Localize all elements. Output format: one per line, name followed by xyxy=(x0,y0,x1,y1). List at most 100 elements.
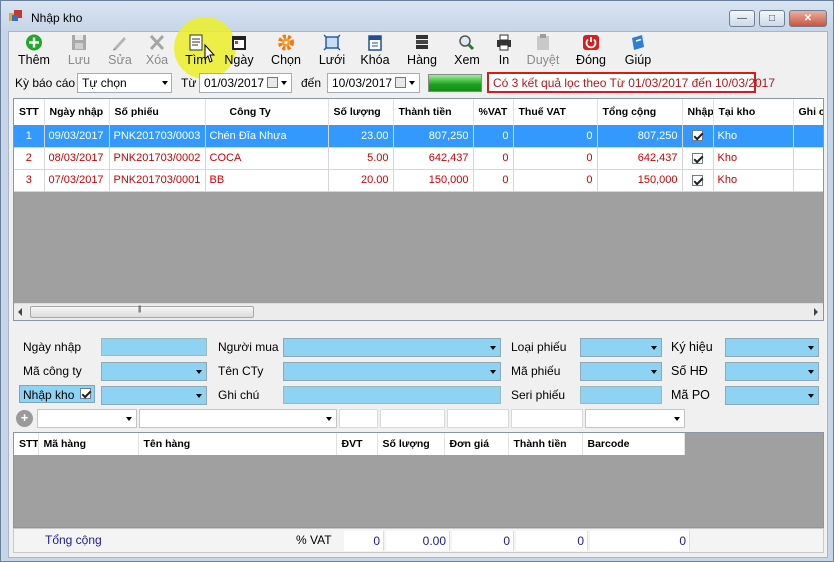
company-name-select[interactable] xyxy=(283,362,501,381)
line-item-code-select[interactable] xyxy=(37,409,137,428)
column-header[interactable]: STT xyxy=(14,433,39,455)
voucher-serial-field[interactable] xyxy=(580,386,662,404)
column-header[interactable]: Nhập xyxy=(682,99,714,125)
save-button[interactable]: Lưu xyxy=(64,34,94,68)
quantity-total: 0.00 xyxy=(386,531,450,551)
calendar-icon xyxy=(395,77,406,88)
po-code-select[interactable] xyxy=(725,386,819,405)
detail-grid[interactable]: STT Mã hàng Tên hàng ĐVT Số lượng Đơn gi… xyxy=(13,432,824,528)
column-header[interactable]: Ghi c xyxy=(793,99,823,125)
column-header[interactable]: Đơn giá xyxy=(444,433,509,455)
chevron-down-icon xyxy=(162,81,168,85)
help-button[interactable]: Giúp xyxy=(622,34,654,68)
preview-icon xyxy=(459,35,475,51)
voucher-type-select[interactable] xyxy=(580,338,662,357)
scroll-grip: ||| xyxy=(138,306,142,313)
column-header[interactable]: Thuế VAT xyxy=(513,99,598,125)
table-row[interactable]: 3 07/03/2017 PNK201703/0001 BB 20.00 150… xyxy=(14,169,823,192)
chevron-down-icon xyxy=(281,81,287,85)
warehouse-import-label: Nhập kho xyxy=(23,388,75,402)
warehouse-import-toggle[interactable]: Nhập kho xyxy=(19,385,95,403)
column-header[interactable]: Thành tiền xyxy=(393,99,474,125)
column-header[interactable]: %VAT xyxy=(473,99,514,125)
column-header[interactable]: Số lượng xyxy=(377,433,445,455)
company-code-select[interactable] xyxy=(101,362,207,381)
line-unit-field[interactable] xyxy=(339,409,378,428)
to-date-picker[interactable]: 10/03/2017 xyxy=(327,73,420,93)
close-form-button[interactable]: Đóng xyxy=(574,34,608,68)
add-button[interactable]: Thêm xyxy=(17,34,51,68)
app-icon xyxy=(9,10,22,21)
minimize-button[interactable]: — xyxy=(729,10,755,27)
scroll-right-icon[interactable] xyxy=(814,308,818,316)
scrollbar-thumb[interactable] xyxy=(30,306,254,318)
to-label: đến xyxy=(301,76,322,90)
column-header[interactable]: Tổng cộng xyxy=(597,99,683,125)
window-title: Nhập kho xyxy=(31,11,83,25)
lock-button[interactable]: Khóa xyxy=(359,34,391,68)
horizontal-scrollbar[interactable]: ||| xyxy=(14,303,823,320)
chevron-down-icon xyxy=(196,370,202,374)
table-row[interactable]: 2 08/03/2017 PNK201703/0002 COCA 5.00 64… xyxy=(14,147,823,170)
report-period-label: Kỳ báo cáo xyxy=(15,76,76,90)
receipt-date-field[interactable] xyxy=(101,338,207,356)
items-button[interactable]: Hàng xyxy=(405,34,439,68)
column-header[interactable]: Thành tiền xyxy=(508,433,583,455)
grid-button[interactable]: Lưới xyxy=(316,34,348,68)
imported-checkbox[interactable] xyxy=(692,174,703,186)
line-item-name-select[interactable] xyxy=(139,409,337,428)
grand-total: 0 xyxy=(590,531,690,551)
imported-checkbox[interactable] xyxy=(692,152,703,164)
note-field[interactable] xyxy=(283,386,501,404)
from-date-picker[interactable]: 01/03/2017 xyxy=(199,73,292,93)
mouse-cursor-icon xyxy=(204,44,216,63)
delete-button[interactable]: Xóa xyxy=(142,34,172,68)
date-button[interactable]: Ngày xyxy=(222,34,256,68)
print-button[interactable]: In xyxy=(491,34,517,68)
invoice-number-select[interactable] xyxy=(725,362,819,381)
scroll-left-icon[interactable] xyxy=(18,308,22,316)
column-header[interactable]: Tên hàng xyxy=(138,433,337,455)
progress-bar xyxy=(428,74,482,92)
column-header[interactable]: Số lượng xyxy=(328,99,394,125)
column-header[interactable]: Tại kho xyxy=(713,99,794,125)
price-total: 0 xyxy=(452,531,514,551)
column-header[interactable]: STT xyxy=(14,99,45,125)
preview-button[interactable]: Xem xyxy=(451,34,483,68)
column-header[interactable]: Mã hàng xyxy=(38,433,139,455)
line-quantity-field[interactable] xyxy=(380,409,445,428)
choose-button[interactable]: Chọn xyxy=(268,34,304,68)
company-name-label: Tên CTy xyxy=(218,364,264,378)
toolbar: Thêm Lưu Sửa Xóa Tìm Ngày Chọn Lưới Khóa… xyxy=(9,32,827,68)
grid-icon xyxy=(323,34,341,51)
column-header[interactable]: ĐVT xyxy=(336,433,378,455)
buyer-select[interactable] xyxy=(283,338,501,357)
receipt-date-label: Ngày nhập xyxy=(23,340,82,354)
warehouse-select[interactable] xyxy=(101,386,207,405)
line-barcode-select[interactable] xyxy=(585,409,685,428)
table-row[interactable]: 1 09/03/2017 PNK201703/0003 Chén Đĩa Nhự… xyxy=(14,125,823,148)
column-header[interactable]: Số phiếu xyxy=(109,99,206,125)
close-button[interactable]: ✕ xyxy=(789,10,827,27)
maximize-button[interactable]: □ xyxy=(759,10,785,27)
chevron-down-icon xyxy=(674,417,680,421)
line-price-field[interactable] xyxy=(447,409,509,428)
column-header[interactable]: Công Ty xyxy=(205,99,329,125)
help-icon xyxy=(632,35,644,50)
receipt-grid[interactable]: STT Ngày nhập Số phiếu Công Ty Số lượng … xyxy=(13,98,824,321)
column-header[interactable]: Ngày nhập xyxy=(44,99,110,125)
power-icon xyxy=(583,35,599,50)
report-period-select[interactable]: Tự chọn xyxy=(77,73,172,93)
line-amount-field[interactable] xyxy=(511,409,583,428)
voucher-code-select[interactable] xyxy=(580,362,662,381)
imported-checkbox[interactable] xyxy=(692,130,703,142)
symbol-select[interactable] xyxy=(725,338,819,357)
column-header[interactable]: Barcode xyxy=(582,433,685,455)
amount-total: 0 xyxy=(516,531,588,551)
client-area: Thêm Lưu Sửa Xóa Tìm Ngày Chọn Lưới Khóa… xyxy=(8,17,828,558)
warehouse-import-checkbox[interactable] xyxy=(80,388,91,399)
edit-button[interactable]: Sửa xyxy=(105,34,135,68)
approve-button[interactable]: Duyệt xyxy=(525,34,561,68)
add-line-button[interactable]: + xyxy=(16,410,33,427)
total-label: Tổng cộng xyxy=(45,533,102,547)
